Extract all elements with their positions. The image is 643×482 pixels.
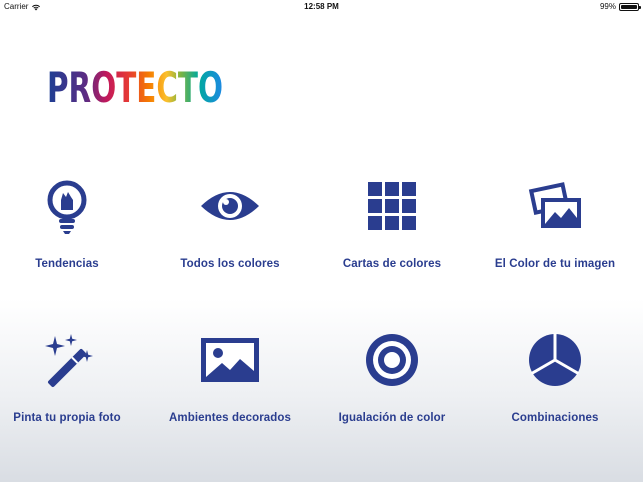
logo-wordmark: PROTECTO <box>47 66 223 106</box>
menu-item-todos-colores[interactable]: Todos los colores <box>155 176 305 286</box>
menu-item-color-imagen[interactable]: El Color de tu imagen <box>480 176 630 286</box>
menu-label: Pinta tu propia foto <box>13 412 121 424</box>
menu-label: Combinaciones <box>511 412 599 424</box>
menu-label: Igualación de color <box>338 412 446 424</box>
menu-item-ambientes[interactable]: Ambientes decorados <box>155 330 305 440</box>
menu-item-combinaciones[interactable]: Combinaciones <box>480 330 630 440</box>
menu-item-igualacion[interactable]: Igualación de color <box>317 330 467 440</box>
status-right: 99% <box>599 2 641 11</box>
menu-item-tendencias[interactable]: Tendencias <box>0 176 142 286</box>
menu-label: El Color de tu imagen <box>494 258 616 270</box>
battery-percent: 99% <box>599 2 616 11</box>
protecto-logo: PROTECTO <box>47 66 223 106</box>
eye-icon <box>201 192 259 220</box>
lightbulb-icon <box>47 180 87 234</box>
menu-item-cartas-colores[interactable]: Cartas de colores <box>317 176 467 286</box>
menu-label: Ambientes decorados <box>168 412 292 424</box>
magic-wand-icon <box>45 334 93 387</box>
menu-label: Todos los colores <box>180 258 280 270</box>
menu-item-pinta-foto[interactable]: Pinta tu propia foto <box>0 330 142 440</box>
battery-fill <box>621 4 637 9</box>
color-wheel-icon <box>529 333 581 386</box>
status-bar: Carrier 12:58 PM 99% <box>0 0 643 14</box>
battery-icon <box>619 2 641 11</box>
menu-label: Tendencias <box>35 258 99 270</box>
grid-icon <box>368 182 416 230</box>
target-icon <box>366 334 418 386</box>
picture-icon <box>201 338 259 382</box>
menu-label: Cartas de colores <box>342 258 442 270</box>
photos-icon <box>528 182 581 228</box>
status-time: 12:58 PM <box>304 2 339 11</box>
